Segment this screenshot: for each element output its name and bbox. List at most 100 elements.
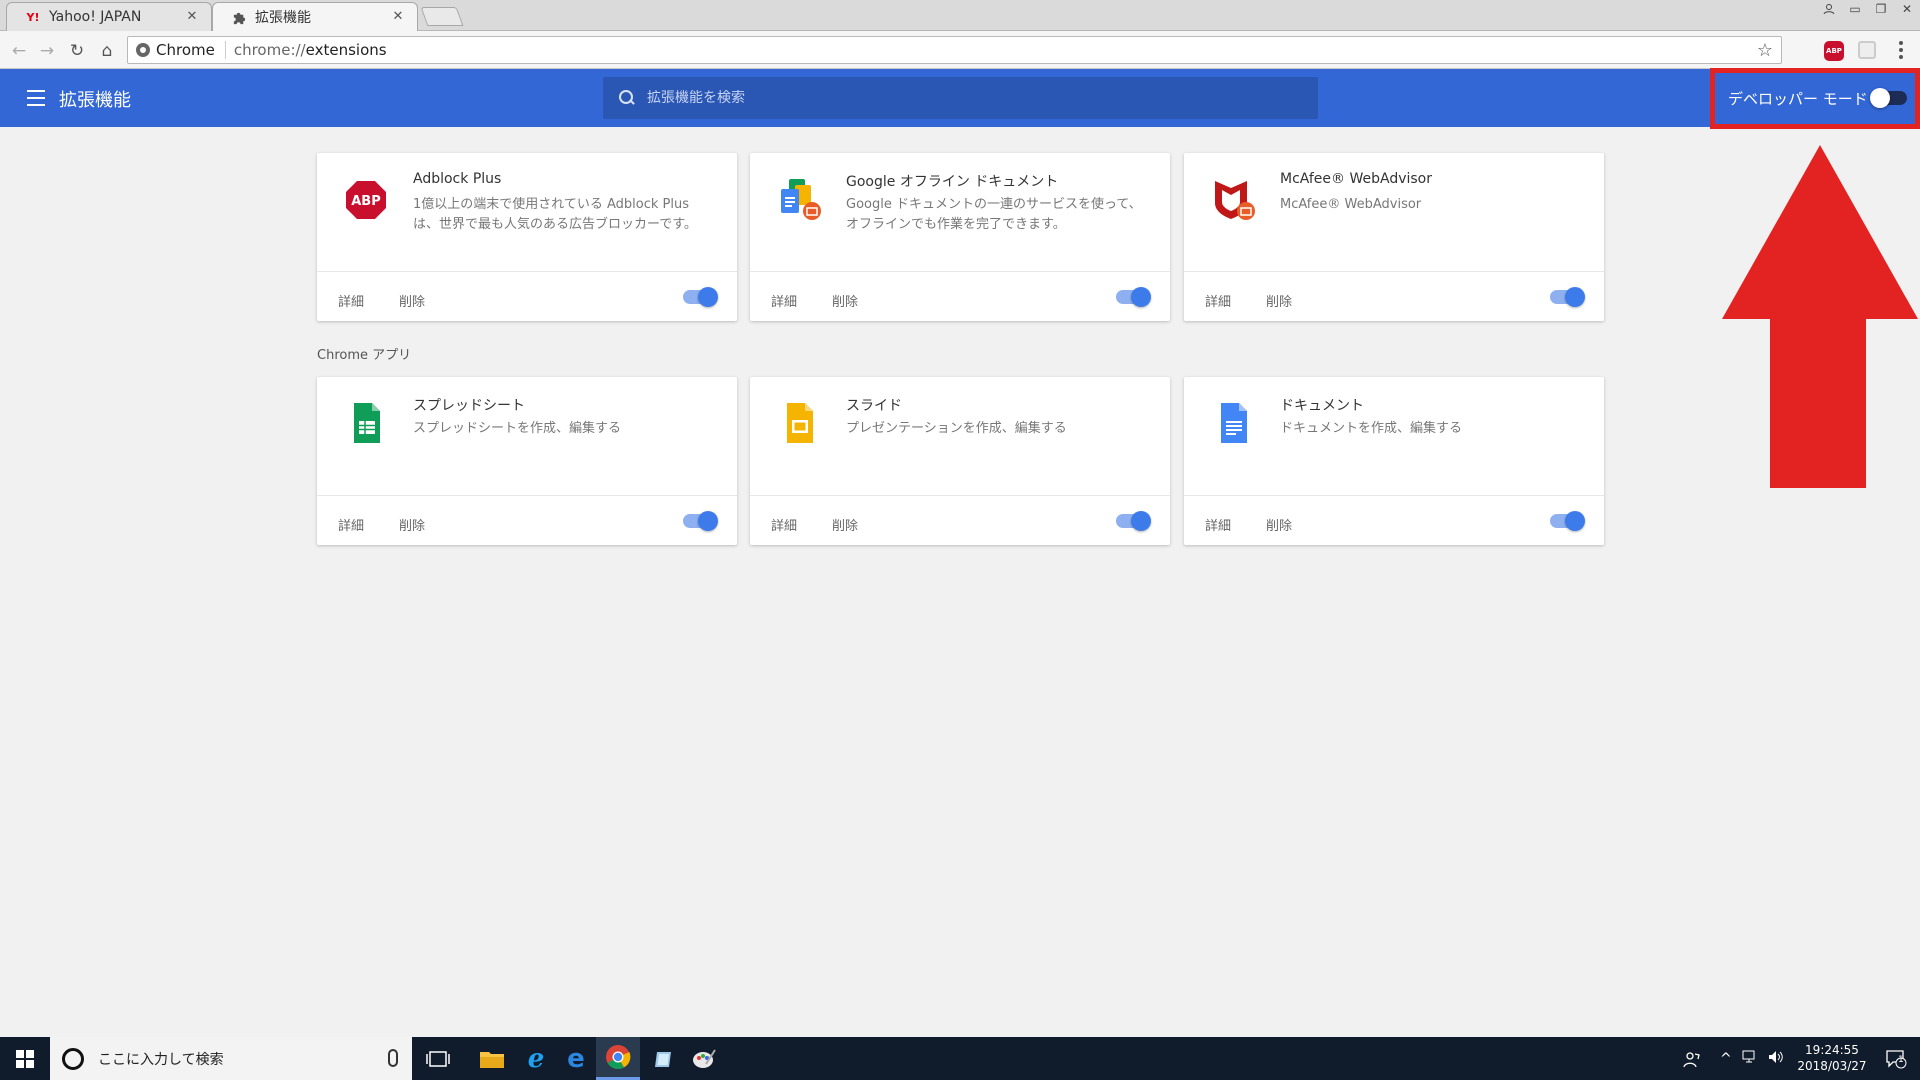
clock-date: 2018/03/27 xyxy=(1797,1059,1867,1073)
details-button[interactable]: 詳細 xyxy=(338,515,364,534)
details-button[interactable]: 詳細 xyxy=(338,291,364,310)
details-button[interactable]: 詳細 xyxy=(771,291,797,310)
taskbar-search[interactable]: ここに入力して検索 xyxy=(50,1037,412,1080)
hamburger-menu-icon[interactable] xyxy=(27,90,45,106)
enable-toggle[interactable] xyxy=(1116,511,1151,531)
extension-name: Adblock Plus xyxy=(413,171,502,187)
tab-yahoo[interactable]: Y! Yahoo! JAPAN ✕ xyxy=(6,2,212,31)
task-view-icon[interactable] xyxy=(418,1037,458,1080)
close-window-icon[interactable]: ✕ xyxy=(1894,0,1920,18)
new-tab-button[interactable] xyxy=(420,7,464,26)
page-title: 拡張機能 xyxy=(59,90,131,111)
microphone-icon[interactable] xyxy=(388,1049,398,1067)
card-divider xyxy=(1184,495,1604,496)
enable-toggle[interactable] xyxy=(683,287,718,307)
clock-time: 19:24:55 xyxy=(1805,1043,1859,1057)
enable-toggle[interactable] xyxy=(1550,287,1585,307)
apps-section-heading: Chrome アプリ xyxy=(317,348,412,363)
edge-icon[interactable]: e xyxy=(556,1037,596,1080)
annotation-arrow-up xyxy=(1722,145,1918,488)
app-description: プレゼンテーションを作成、編集する xyxy=(846,421,1067,436)
sheets-icon xyxy=(342,399,390,447)
extension-card-mcafee-webadvisor: McAfee® WebAdvisor McAfee® WebAdvisor 詳細… xyxy=(1184,153,1604,321)
people-icon[interactable] xyxy=(1672,1037,1712,1080)
app-name: スライド xyxy=(846,398,902,414)
minimize-icon[interactable]: ▭ xyxy=(1842,0,1868,18)
tablet-app-icon[interactable] xyxy=(644,1037,684,1080)
tab-title: 拡張機能 xyxy=(255,10,311,26)
internet-explorer-icon[interactable]: e xyxy=(516,1037,556,1080)
adblock-extension-icon[interactable]: ABP xyxy=(1824,41,1844,61)
search-icon xyxy=(619,90,635,106)
omnibox-scheme: Chrome xyxy=(156,41,226,59)
extension-name: McAfee® WebAdvisor xyxy=(1280,171,1432,187)
app-card-sheets: スプレッドシート スプレッドシートを作成、編集する 詳細 削除 xyxy=(317,377,737,545)
remove-button[interactable]: 削除 xyxy=(1266,291,1292,310)
tab-extensions[interactable]: 拡張機能 ✕ xyxy=(212,2,418,31)
forward-icon[interactable]: → xyxy=(36,40,58,62)
chrome-menu-icon[interactable] xyxy=(1894,38,1908,62)
search-input[interactable] xyxy=(647,90,1287,106)
restore-icon[interactable]: ❐ xyxy=(1868,0,1894,18)
mcafee-shield-icon xyxy=(1209,175,1257,223)
file-explorer-icon[interactable] xyxy=(472,1037,512,1080)
paint-app-icon[interactable] xyxy=(684,1037,724,1080)
extension-card-adblock-plus: ABP Adblock Plus 1億以上の端末で使用されている Adblock… xyxy=(317,153,737,321)
window-controls: ▭ ❐ ✕ xyxy=(1816,0,1920,20)
system-tray: ^ xyxy=(1720,1037,1784,1080)
card-divider xyxy=(317,495,737,496)
volume-icon[interactable] xyxy=(1768,1050,1784,1068)
chrome-taskbar-icon[interactable] xyxy=(596,1037,640,1080)
network-icon[interactable] xyxy=(1742,1050,1758,1068)
taskbar-clock[interactable]: 19:24:55 2018/03/27 xyxy=(1793,1042,1871,1074)
chrome-page-icon xyxy=(136,43,150,57)
action-center-icon[interactable]: 1 xyxy=(1876,1037,1916,1080)
svg-text:ABP: ABP xyxy=(351,194,381,209)
details-button[interactable]: 詳細 xyxy=(771,515,797,534)
app-card-slides: スライド プレゼンテーションを作成、編集する 詳細 削除 xyxy=(750,377,1170,545)
google-offline-docs-icon xyxy=(775,175,823,223)
close-icon[interactable]: ✕ xyxy=(185,10,199,24)
home-icon[interactable]: ⌂ xyxy=(96,40,118,62)
remove-button[interactable]: 削除 xyxy=(832,515,858,534)
details-button[interactable]: 詳細 xyxy=(1205,291,1231,310)
remove-button[interactable]: 削除 xyxy=(399,291,425,310)
enable-toggle[interactable] xyxy=(1550,511,1585,531)
extension-description: Google ドキュメントの一連のサービスを使って、オフラインでも作業を完了でき… xyxy=(846,197,1142,232)
details-button[interactable]: 詳細 xyxy=(1205,515,1231,534)
taskbar-search-placeholder: ここに入力して検索 xyxy=(98,1051,224,1068)
extension-icon[interactable] xyxy=(1858,41,1876,59)
app-description: スプレッドシートを作成、編集する xyxy=(413,421,622,436)
windows-taskbar: ここに入力して検索 e e ^ 19:24:55 2018/03/27 1 xyxy=(0,1037,1920,1080)
enable-toggle[interactable] xyxy=(1116,287,1151,307)
abp-stop-sign-icon: ABP xyxy=(342,175,390,223)
windows-start-icon[interactable] xyxy=(0,1037,50,1080)
reload-icon[interactable]: ↻ xyxy=(66,40,88,62)
remove-button[interactable]: 削除 xyxy=(1266,515,1292,534)
enable-toggle[interactable] xyxy=(683,511,718,531)
cortana-icon xyxy=(62,1047,84,1070)
remove-button[interactable]: 削除 xyxy=(399,515,425,534)
bookmark-star-icon[interactable]: ☆ xyxy=(1757,40,1773,61)
browser-toolbar: ← → ↻ ⌂ Chrome chrome://extensions ☆ xyxy=(0,31,1920,69)
chevron-up-icon[interactable]: ^ xyxy=(1720,1051,1732,1067)
remove-button[interactable]: 削除 xyxy=(832,291,858,310)
app-description: ドキュメントを作成、編集する xyxy=(1280,421,1463,436)
omnibox-url: chrome://extensions xyxy=(233,41,387,59)
extensions-header: 拡張機能 デベロッパー モード xyxy=(0,69,1920,127)
slides-icon xyxy=(775,399,823,447)
extension-name: Google オフライン ドキュメント xyxy=(846,174,1059,190)
extension-search[interactable] xyxy=(603,77,1318,119)
app-name: スプレッドシート xyxy=(413,398,525,414)
card-divider xyxy=(317,271,737,272)
app-name: ドキュメント xyxy=(1280,398,1364,414)
yahoo-icon: Y! xyxy=(26,10,40,24)
close-icon[interactable]: ✕ xyxy=(391,10,405,24)
profile-icon[interactable] xyxy=(1816,0,1842,18)
puzzle-icon xyxy=(231,9,247,25)
extension-description: McAfee® WebAdvisor xyxy=(1280,197,1422,212)
address-bar[interactable]: Chrome chrome://extensions ☆ xyxy=(127,36,1782,64)
back-icon[interactable]: ← xyxy=(8,40,30,62)
tab-title: Yahoo! JAPAN xyxy=(49,9,142,25)
card-divider xyxy=(750,271,1170,272)
